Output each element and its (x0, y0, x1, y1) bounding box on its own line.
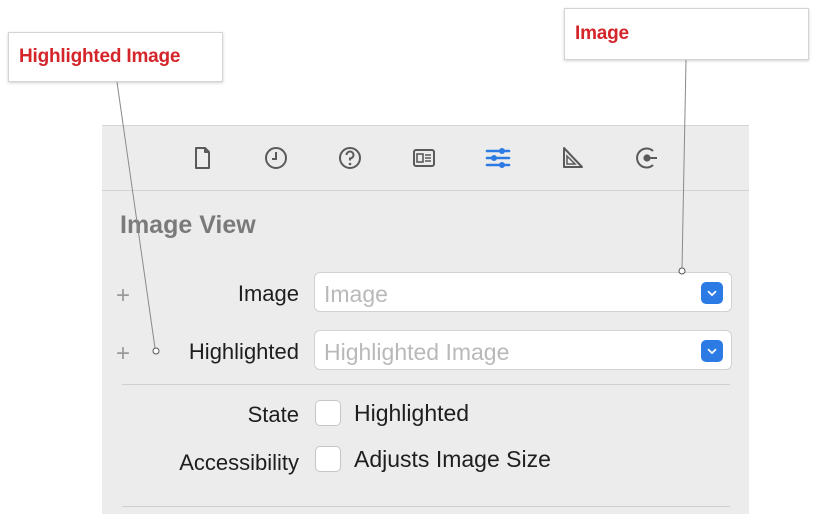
history-icon[interactable] (260, 142, 292, 174)
adjusts-image-size-label: Adjusts Image Size (354, 446, 551, 472)
image-callout-text: Image (575, 23, 629, 44)
file-icon[interactable] (186, 142, 218, 174)
adjusts-image-size-checkbox[interactable] (315, 446, 341, 472)
image-plus-button[interactable]: + (116, 284, 130, 308)
image-field-label: Image (237, 281, 299, 306)
highlighted-field-label: Highlighted (188, 339, 299, 364)
identity-icon[interactable] (408, 142, 440, 174)
highlighted-image-callout: Highlighted Image (8, 32, 223, 82)
state-label: State (247, 402, 299, 427)
attributes-icon[interactable] (482, 142, 514, 174)
chevron-down-icon[interactable] (701, 340, 723, 362)
bottom-divider (122, 506, 730, 507)
accessibility-label: Accessibility (179, 450, 299, 475)
inspector-toolbar (102, 126, 749, 191)
highlighted-checkbox[interactable] (315, 400, 341, 426)
highlighted-combo[interactable]: Highlighted Image (314, 330, 732, 370)
image-combo[interactable]: Image (314, 272, 732, 312)
highlighted-plus-button[interactable]: + (116, 342, 130, 366)
help-icon[interactable] (334, 142, 366, 174)
divider (122, 384, 730, 385)
section-title: Image View (120, 211, 256, 239)
highlighted-image-callout-text: Highlighted Image (19, 46, 181, 67)
image-callout: Image (564, 8, 809, 60)
attributes-inspector: Image View + Image Image + Highlighted H… (102, 125, 749, 514)
image-placeholder: Image (324, 281, 388, 307)
size-icon[interactable] (556, 142, 588, 174)
highlighted-placeholder: Highlighted Image (324, 339, 510, 365)
highlighted-checkbox-label: Highlighted (354, 400, 470, 426)
connections-icon[interactable] (630, 142, 662, 174)
chevron-down-icon[interactable] (701, 282, 723, 304)
